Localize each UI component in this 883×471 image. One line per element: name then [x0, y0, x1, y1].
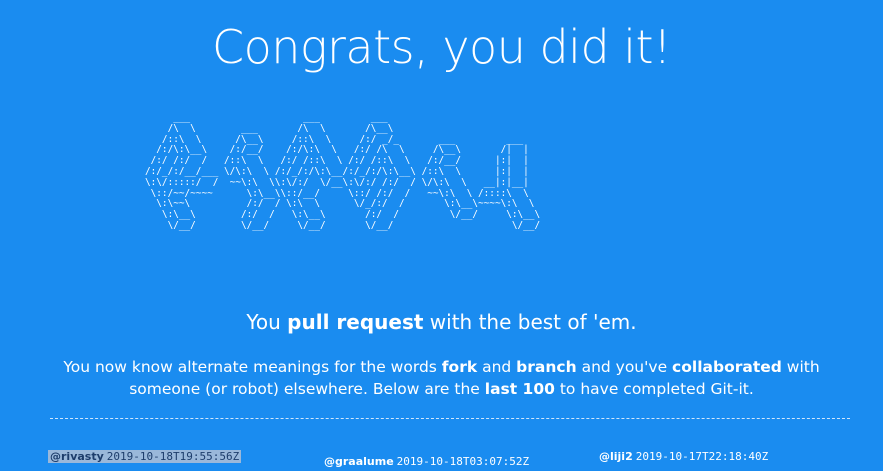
completer-entry: @graalume 2019-10-18T03:07:52Z	[324, 455, 529, 468]
section-divider	[50, 418, 850, 419]
completer-username-link[interactable]: @liji2	[599, 450, 633, 463]
message-bold-last-100: last 100	[484, 380, 555, 398]
tagline-text-end: with the best of 'em.	[423, 310, 637, 334]
message-bold-branch: branch	[516, 358, 577, 376]
completer-username-link[interactable]: @rivasty	[50, 450, 104, 463]
message-bold-fork: fork	[441, 358, 478, 376]
completion-message: You now know alternate meanings for the …	[60, 356, 823, 400]
tagline-emphasis: pull request	[287, 310, 424, 334]
completer-timestamp: 2019-10-17T22:18:40Z	[635, 450, 769, 463]
completer-timestamp: 2019-10-18T19:55:56Z	[106, 450, 240, 463]
message-text-2: and	[477, 358, 517, 376]
page-title: Congrats, you did it!	[211, 20, 672, 74]
tagline: You pull request with the best of 'em.	[0, 310, 883, 334]
message-text-5: to have completed Git-it.	[554, 380, 754, 398]
message-bold-collaborated: collaborated	[672, 358, 782, 376]
completer-timestamp: 2019-10-18T03:07:52Z	[396, 455, 530, 468]
message-text-1: You now know alternate meanings for the …	[63, 358, 442, 376]
completer-username-link[interactable]: @graalume	[324, 455, 394, 468]
tagline-text-start: You	[246, 310, 288, 334]
message-text-3: and you've	[576, 358, 673, 376]
completer-entry: @liji2 2019-10-17T22:18:40Z	[599, 450, 768, 463]
completer-entry: @rivasty 2019-10-18T19:55:56Z	[48, 450, 242, 463]
git-it-ascii-logo: ___ ___ ___ /\ \ ___ /\ \ /\__\ /::\ \ /…	[145, 112, 541, 231]
